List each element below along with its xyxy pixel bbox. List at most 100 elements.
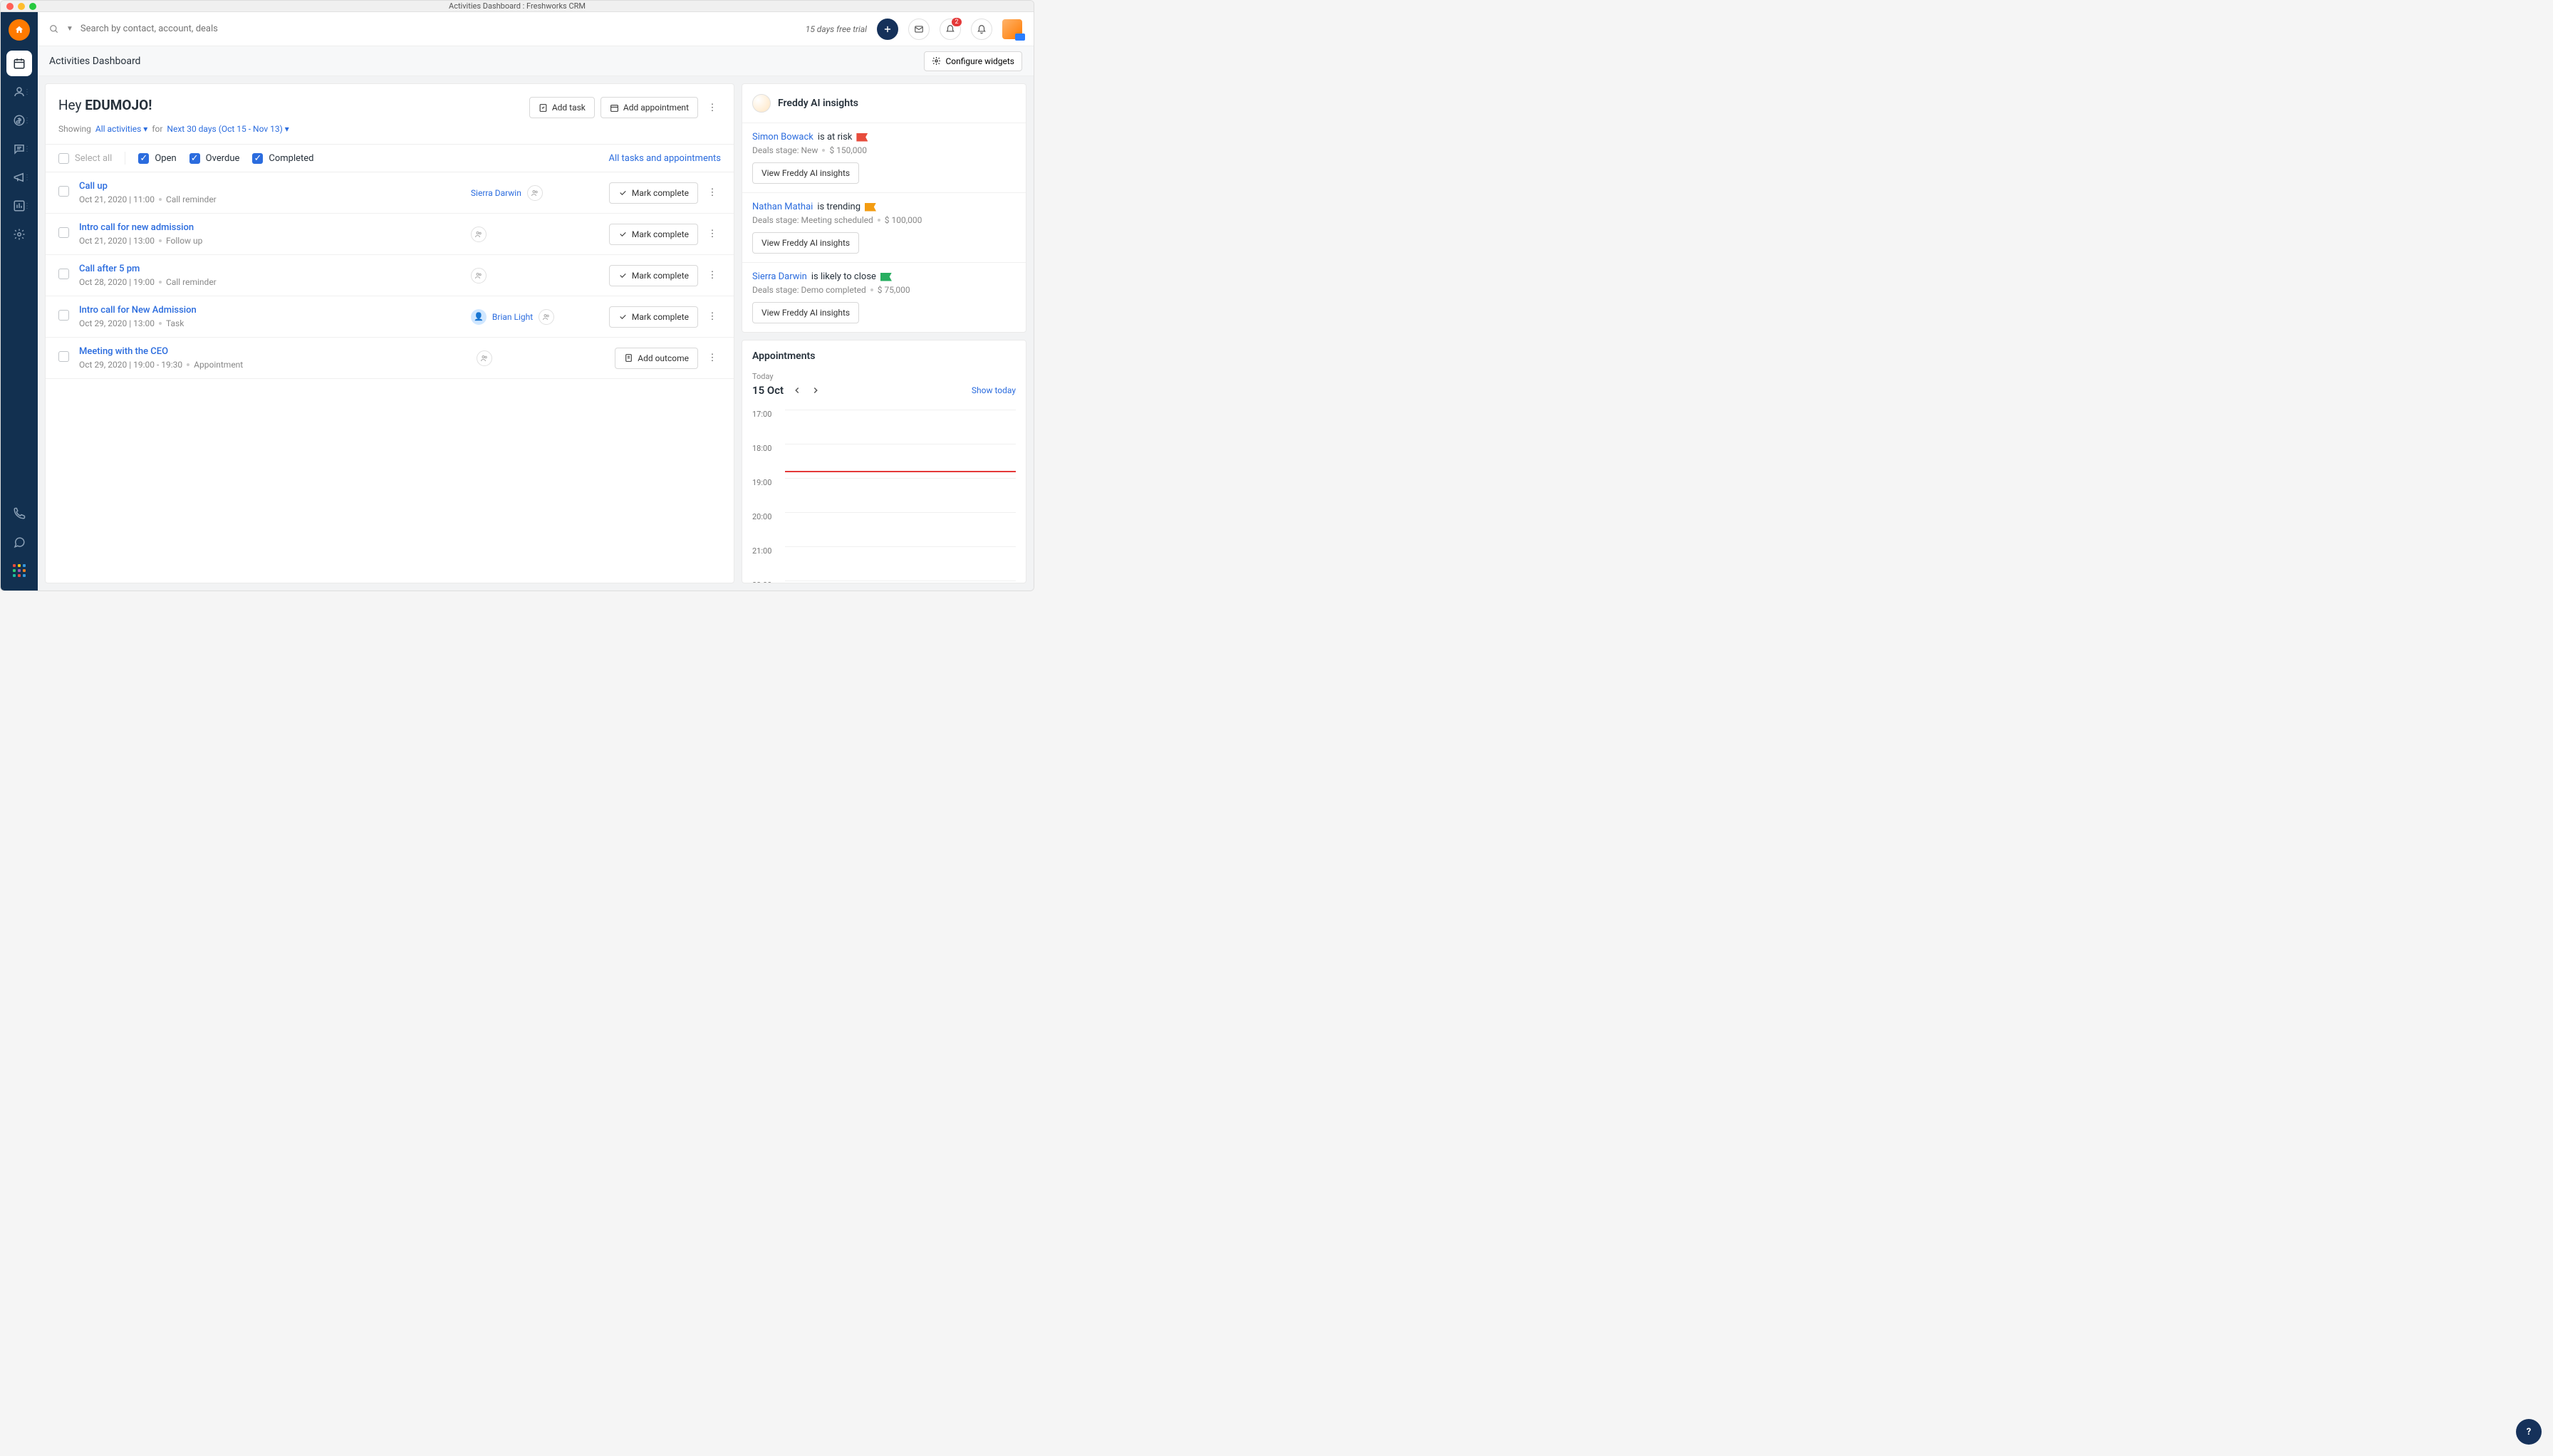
app-logo[interactable] [9, 19, 30, 41]
maximize-window[interactable] [29, 3, 36, 10]
add-task-button[interactable]: Add task [529, 97, 595, 118]
activity-title[interactable]: Intro call for new admission [79, 222, 461, 233]
activities-list: Call up Oct 21, 2020 | 11:00Call reminde… [46, 172, 734, 379]
add-outcome-button[interactable]: Add outcome [615, 348, 698, 369]
activity-tag: Call reminder [166, 194, 217, 204]
configure-widgets-label: Configure widgets [945, 56, 1014, 66]
mark-complete-button[interactable]: Mark complete [609, 224, 698, 245]
panel-menu-button[interactable]: ⋮ [704, 97, 721, 118]
sidebar-item-conversations[interactable]: ⋮ [6, 136, 32, 162]
search-icon[interactable] [49, 24, 59, 34]
sidebar-item-deals[interactable]: ⋮ [6, 108, 32, 133]
sidebar-item-campaigns[interactable]: ⋮ [6, 165, 32, 190]
time-label: 20:00 [752, 512, 778, 546]
search-dropdown-icon[interactable]: ▼ [66, 25, 73, 33]
appointments-today-label: Today [742, 372, 1026, 381]
page-title: Activities Dashboard [49, 56, 140, 67]
activity-checkbox[interactable] [58, 351, 69, 362]
insight-person-link[interactable]: Simon Bowack [752, 132, 813, 142]
filter-completed-checkbox[interactable]: ✓ [252, 153, 263, 164]
select-all-checkbox[interactable] [58, 153, 69, 164]
add-button[interactable] [877, 19, 898, 40]
configure-widgets-button[interactable]: Configure widgets [924, 51, 1022, 71]
insight-amount: $ 75,000 [878, 285, 910, 295]
activity-title[interactable]: Call up [79, 181, 461, 192]
time-row: 21:00 [752, 546, 1016, 581]
view-insights-button[interactable]: View Freddy AI insights [752, 232, 859, 254]
filter-overdue-checkbox[interactable]: ✓ [189, 153, 200, 164]
insight-amount: $ 100,000 [885, 215, 922, 225]
alerts-button[interactable] [971, 19, 992, 40]
mark-complete-button[interactable]: Mark complete [609, 182, 698, 204]
activity-row: Meeting with the CEO Oct 29, 2020 | 19:0… [46, 338, 734, 379]
time-label: 17:00 [752, 410, 778, 444]
appointments-date: 15 Oct [752, 384, 784, 397]
activity-checkbox[interactable] [58, 310, 69, 321]
greeting: Hey EDUMOJO! [58, 97, 152, 113]
mark-complete-button[interactable]: Mark complete [609, 265, 698, 286]
gear-icon [932, 56, 941, 66]
sidebar-expand-icon: ⋮ [24, 145, 31, 153]
sidebar-item-chat[interactable] [6, 529, 32, 555]
timeline[interactable]: 17:0018:0019:0020:0021:0022:00 [742, 404, 1026, 583]
mail-button[interactable] [908, 19, 930, 40]
mark-complete-button[interactable]: Mark complete [609, 306, 698, 328]
activity-title[interactable]: Intro call for New Admission [79, 305, 461, 316]
notifications-button[interactable]: 2 [940, 19, 961, 40]
activity-row: Intro call for New Admission Oct 29, 202… [46, 296, 734, 338]
activity-menu-button[interactable]: ⋮ [704, 348, 721, 369]
minimize-window[interactable] [18, 3, 25, 10]
prev-day-button[interactable] [792, 385, 802, 395]
activity-tag: Call reminder [166, 277, 217, 287]
person-link[interactable]: Sierra Darwin [471, 188, 521, 198]
freddy-insights-card: Freddy AI insights Simon Bowack is at ri… [742, 83, 1026, 333]
date-range-dropdown[interactable]: Next 30 days (Oct 15 - Nov 13) ▾ [167, 124, 288, 134]
now-indicator [785, 471, 1016, 472]
sidebar-item-activities[interactable] [6, 51, 32, 76]
activity-checkbox[interactable] [58, 227, 69, 238]
activity-time: Oct 28, 2020 | 19:00 [79, 277, 155, 287]
time-row: 18:00 [752, 444, 1016, 478]
insight-person-link[interactable]: Sierra Darwin [752, 271, 807, 282]
sidebar-item-settings[interactable] [6, 222, 32, 247]
sidebar-item-contacts[interactable]: ⋮ [6, 79, 32, 105]
activity-menu-button[interactable]: ⋮ [704, 224, 721, 245]
activity-title[interactable]: Meeting with the CEO [79, 346, 467, 357]
activities-filter-dropdown[interactable]: All activities ▾ [95, 124, 147, 134]
activity-title[interactable]: Call after 5 pm [79, 264, 461, 274]
view-insights-button[interactable]: View Freddy AI insights [752, 302, 859, 323]
time-label: 22:00 [752, 581, 778, 583]
time-row: 20:00 [752, 512, 1016, 546]
sidebar-item-reports[interactable]: ⋮ [6, 193, 32, 219]
activity-row: Call up Oct 21, 2020 | 11:00Call reminde… [46, 172, 734, 214]
close-window[interactable] [6, 3, 14, 10]
person-avatar: 👤 [471, 309, 487, 325]
next-day-button[interactable] [811, 385, 821, 395]
user-avatar[interactable] [1002, 19, 1022, 39]
activity-menu-button[interactable]: ⋮ [704, 265, 721, 286]
show-today-link[interactable]: Show today [972, 385, 1016, 395]
sidebar-item-apps[interactable] [6, 558, 32, 583]
activity-menu-button[interactable]: ⋮ [704, 306, 721, 328]
sidebar: ⋮ ⋮ ⋮ ⋮ ⋮ [1, 12, 38, 591]
activity-tag: Task [166, 318, 184, 328]
all-tasks-link[interactable]: All tasks and appointments [608, 153, 721, 164]
search-input[interactable] [80, 24, 294, 34]
filter-open-checkbox[interactable]: ✓ [138, 153, 149, 164]
time-row: 17:00 [752, 410, 1016, 444]
titlebar: Activities Dashboard : Freshworks CRM [1, 1, 1034, 12]
person-link[interactable]: Brian Light [492, 312, 533, 322]
insight-person-link[interactable]: Nathan Mathai [752, 202, 813, 212]
view-insights-button[interactable]: View Freddy AI insights [752, 162, 859, 184]
sidebar-item-phone[interactable] [6, 501, 32, 526]
add-appointment-button[interactable]: Add appointment [600, 97, 698, 118]
activity-checkbox[interactable] [58, 269, 69, 279]
insight-status: is likely to close [811, 271, 876, 282]
filter-row: Select all ✓Open ✓Overdue ✓Completed All… [46, 144, 734, 172]
people-icon [527, 185, 543, 201]
activity-checkbox[interactable] [58, 186, 69, 197]
notification-badge: 2 [952, 18, 962, 26]
greeting-prefix: Hey [58, 97, 85, 113]
people-icon [477, 350, 492, 366]
activity-menu-button[interactable]: ⋮ [704, 182, 721, 204]
